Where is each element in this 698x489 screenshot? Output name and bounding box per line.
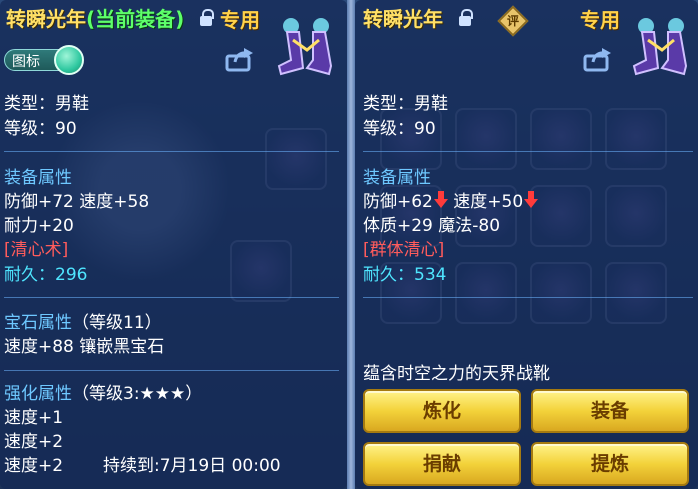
item-description: 蕴含时空之力的天界战靴 [363, 364, 550, 384]
refine-button[interactable]: 炼化 [363, 389, 521, 433]
attr-line: 防御+62 速度+50 [363, 191, 539, 213]
current-equip-tag: (当前装备) [86, 7, 185, 31]
strengthen-attr-header: 强化属性 [4, 384, 72, 404]
share-icon[interactable] [225, 48, 255, 72]
gem-attr-header: 宝石属性 [4, 313, 72, 333]
lock-icon [459, 9, 473, 26]
toggle-knob[interactable] [54, 45, 84, 75]
defense-value: 防御+62 [363, 192, 433, 212]
toggle-label: 图标 [12, 54, 40, 70]
dedicated-tag: 专用 [220, 8, 260, 32]
down-arrow-icon [524, 191, 539, 209]
item-title: 转瞬光年(当前装备) [6, 6, 184, 32]
item-level: 等级：90 [363, 119, 436, 139]
strengthen-attr-row: 强化属性（等级3:★★★） [4, 383, 202, 405]
current-equipment-tooltip: 转瞬光年(当前装备) 专用 图标 类型：男鞋 等级：90 装备属性 防御+72 … [0, 0, 347, 489]
equip-attr-header: 装备属性 [363, 168, 431, 188]
strengthen-line: 速度+1 [4, 408, 64, 428]
boots-item-icon [632, 18, 688, 76]
share-icon[interactable] [583, 48, 613, 72]
divider-line [4, 370, 339, 371]
gem-attr-line: 速度+88 镶嵌黑宝石 [4, 337, 165, 357]
evaluate-label: 评 [506, 14, 519, 28]
strengthen-line: 速度+2 [4, 456, 64, 476]
special-skill: [群体清心] [363, 240, 445, 260]
extract-button[interactable]: 提炼 [531, 442, 689, 486]
dedicated-tag: 专用 [580, 8, 620, 32]
icon-toggle[interactable]: 图标 [4, 44, 84, 75]
gem-level: （等级11） [72, 313, 162, 333]
item-name: 转瞬光年 [6, 7, 86, 31]
item-level: 等级：90 [4, 119, 77, 139]
divider-line [363, 297, 693, 298]
duration-text: 持续到:7月19日 00:00 [103, 456, 281, 476]
durability: 耐久：296 [4, 265, 88, 285]
lock-icon [200, 9, 214, 26]
panel-divider [347, 0, 355, 489]
equip-attr-header: 装备属性 [4, 168, 72, 188]
boots-item-icon [277, 18, 333, 76]
divider-line [4, 151, 339, 152]
item-type: 类型：男鞋 [363, 94, 448, 114]
gem-attr-row: 宝石属性（等级11） [4, 312, 162, 334]
special-skill: [清心术] [4, 240, 69, 260]
strengthen-line: 速度+2 [4, 432, 64, 452]
compare-equipment-tooltip: 转瞬光年 专用 类型：男鞋 等级：90 装备属性 防御+62 速度+50 体质+… [355, 0, 698, 489]
attr-line: 耐力+20 [4, 216, 74, 236]
divider-line [363, 151, 693, 152]
durability: 耐久：534 [363, 265, 447, 285]
donate-button[interactable]: 捐献 [363, 442, 521, 486]
item-type: 类型：男鞋 [4, 94, 89, 114]
equip-button[interactable]: 装备 [531, 389, 689, 433]
attr-line: 体质+29 魔法-80 [363, 216, 501, 236]
item-title: 转瞬光年 [363, 7, 443, 31]
attr-line: 防御+72 速度+58 [4, 192, 150, 212]
strengthen-level: （等级3:★★★） [72, 384, 203, 404]
down-arrow-icon [433, 191, 448, 209]
speed-value: 速度+50 [453, 192, 524, 212]
divider-line [4, 297, 339, 298]
